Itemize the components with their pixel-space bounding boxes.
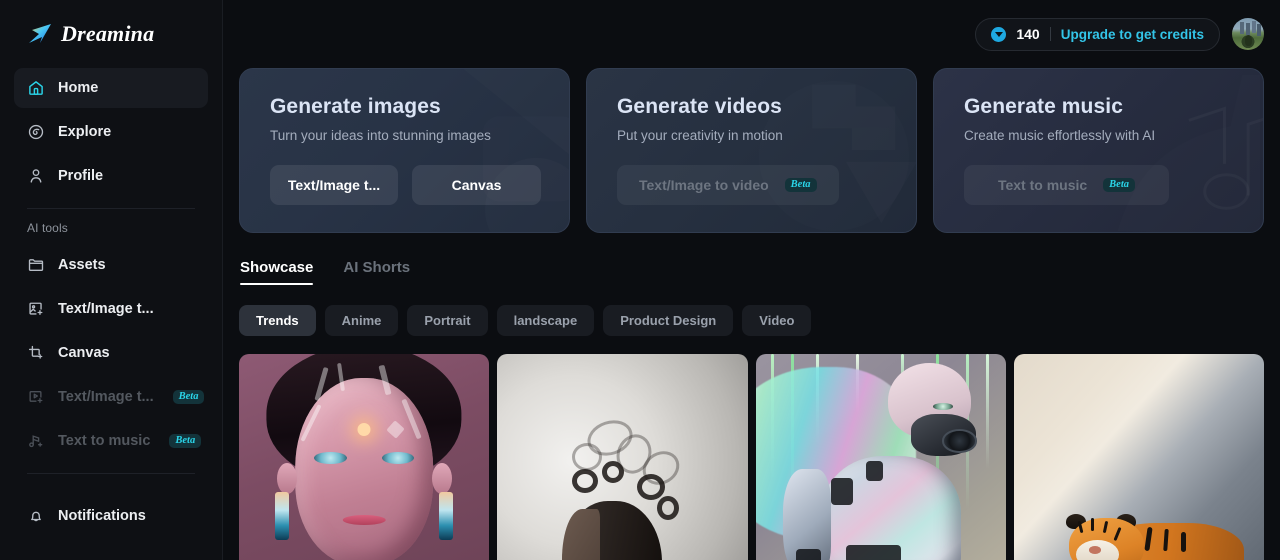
canvas-icon: [27, 344, 45, 362]
hero-button-label: Text/Image to video: [639, 177, 769, 193]
hero-title: Generate music: [964, 95, 1123, 118]
sidebar-divider-bottom: [27, 473, 195, 474]
showcase-gallery: [239, 354, 1264, 560]
sidebar-item-label: Text/Image t...: [58, 301, 154, 317]
home-icon: [27, 79, 45, 97]
sidebar-item-text-to-music[interactable]: Text to music Beta: [14, 421, 208, 461]
assets-folder-icon: [27, 256, 45, 274]
hero-button-text-image-to-video[interactable]: Text/Image to video Beta: [617, 165, 839, 205]
brand-name: Dreamina: [61, 21, 155, 46]
category-filter-chips: Trends Anime Portrait landscape Product …: [239, 305, 1264, 336]
brand[interactable]: Dreamina: [14, 0, 208, 68]
chip-product-design[interactable]: Product Design: [603, 305, 734, 336]
credit-coin-icon: [991, 26, 1007, 42]
hero-button-text-image-to-image[interactable]: Text/Image t...: [270, 165, 398, 205]
hero-subtitle: Put your creativity in motion: [617, 128, 783, 143]
gallery-card-tiger[interactable]: [1013, 354, 1264, 560]
topbar: 140 Upgrade to get credits: [223, 0, 1280, 68]
hero-button-label: Text/Image t...: [287, 177, 381, 193]
hero-videos-decoration-icon: [587, 69, 916, 232]
hero-card-row: Generate images Turn your ideas into stu…: [239, 68, 1264, 233]
sidebar-item-label: Text/Image t...: [58, 389, 154, 405]
app-root: Dreamina Home Explore Profile AI tools A…: [0, 0, 1280, 560]
beta-badge: Beta: [169, 433, 202, 449]
beta-badge: Beta: [172, 389, 205, 405]
hero-music-decoration-icon: [1188, 106, 1226, 164]
hero-button-canvas[interactable]: Canvas: [412, 165, 541, 205]
hero-button-label: Canvas: [451, 177, 502, 193]
chrome-portrait-artwork: [239, 354, 490, 560]
dreamina-logo-icon: [26, 21, 54, 47]
explore-icon: [27, 123, 45, 141]
smoke-hair-portrait-artwork: [497, 354, 748, 560]
tab-ai-shorts[interactable]: AI Shorts: [343, 259, 410, 285]
iridescent-cyborg-artwork: [755, 354, 1006, 560]
chip-video[interactable]: Video: [742, 305, 812, 336]
sidebar-item-canvas[interactable]: Canvas: [14, 333, 208, 373]
tab-showcase[interactable]: Showcase: [240, 259, 314, 285]
sidebar-item-label: Assets: [58, 257, 106, 273]
gallery-card-smoke-hair-portrait[interactable]: [497, 354, 748, 560]
sidebar-item-label: Explore: [58, 124, 112, 140]
hero-button-text-to-music[interactable]: Text to music Beta: [964, 165, 1169, 205]
main-area: 140 Upgrade to get credits Generate imag…: [223, 0, 1280, 560]
sidebar: Dreamina Home Explore Profile AI tools A…: [0, 0, 223, 560]
text-to-music-icon: [27, 432, 45, 450]
sidebar-item-assets[interactable]: Assets: [14, 245, 208, 285]
sidebar-item-label: Home: [58, 80, 99, 96]
chip-anime[interactable]: Anime: [324, 305, 399, 336]
hero-title: Generate videos: [617, 95, 782, 118]
showcase-tabs: Showcase AI Shorts: [239, 259, 1264, 285]
chip-portrait[interactable]: Portrait: [407, 305, 488, 336]
hero-images-decoration-icon: [240, 69, 569, 232]
credits-pill[interactable]: 140 Upgrade to get credits: [975, 17, 1220, 51]
sidebar-item-explore[interactable]: Explore: [14, 112, 208, 152]
sidebar-item-home[interactable]: Home: [14, 68, 208, 108]
sidebar-item-text-image-to-video[interactable]: Text/Image t... Beta: [14, 377, 208, 417]
sidebar-divider-top: [27, 208, 195, 209]
sidebar-item-label: Canvas: [58, 345, 110, 361]
gallery-card-iridescent-cyborg[interactable]: [755, 354, 1006, 560]
upgrade-link[interactable]: Upgrade to get credits: [1061, 27, 1204, 42]
sidebar-item-profile[interactable]: Profile: [14, 156, 208, 196]
hero-button-label: Text to music: [997, 177, 1088, 193]
hero-card-generate-music[interactable]: Generate music Create music effortlessly…: [933, 68, 1264, 233]
beta-badge: Beta: [1103, 177, 1136, 193]
credits-count: 140: [1016, 26, 1040, 42]
bell-icon: [27, 507, 45, 525]
hero-card-generate-images[interactable]: Generate images Turn your ideas into stu…: [239, 68, 570, 233]
sidebar-item-notifications[interactable]: Notifications: [14, 496, 208, 536]
hero-title: Generate images: [270, 95, 441, 118]
hero-button-row: Text/Image to video Beta: [617, 165, 886, 205]
sidebar-item-label: Text to music: [58, 433, 151, 449]
sidebar-item-label: Notifications: [58, 508, 146, 524]
text-to-video-icon: [27, 388, 45, 406]
hero-card-generate-videos[interactable]: Generate videos Put your creativity in m…: [586, 68, 917, 233]
text-to-image-icon: [27, 300, 45, 318]
user-avatar[interactable]: [1232, 18, 1264, 50]
sidebar-group-title: AI tools: [27, 221, 68, 235]
tiger-artwork: [1013, 354, 1264, 560]
beta-badge: Beta: [784, 177, 817, 193]
gallery-card-chrome-portrait[interactable]: [239, 354, 490, 560]
chip-landscape[interactable]: landscape: [496, 305, 595, 336]
sidebar-item-text-image-to-image[interactable]: Text/Image t...: [14, 289, 208, 329]
hero-subtitle: Create music effortlessly with AI: [964, 128, 1156, 143]
chip-trends[interactable]: Trends: [239, 305, 316, 336]
hero-button-row: Text to music Beta: [964, 165, 1233, 205]
main-content: Generate images Turn your ideas into stu…: [223, 68, 1280, 560]
pill-divider: [1049, 27, 1051, 41]
profile-icon: [27, 167, 45, 185]
hero-button-row: Text/Image t... Canvas: [270, 165, 541, 205]
sidebar-item-label: Profile: [58, 168, 104, 184]
hero-subtitle: Turn your ideas into stunning images: [270, 128, 491, 143]
